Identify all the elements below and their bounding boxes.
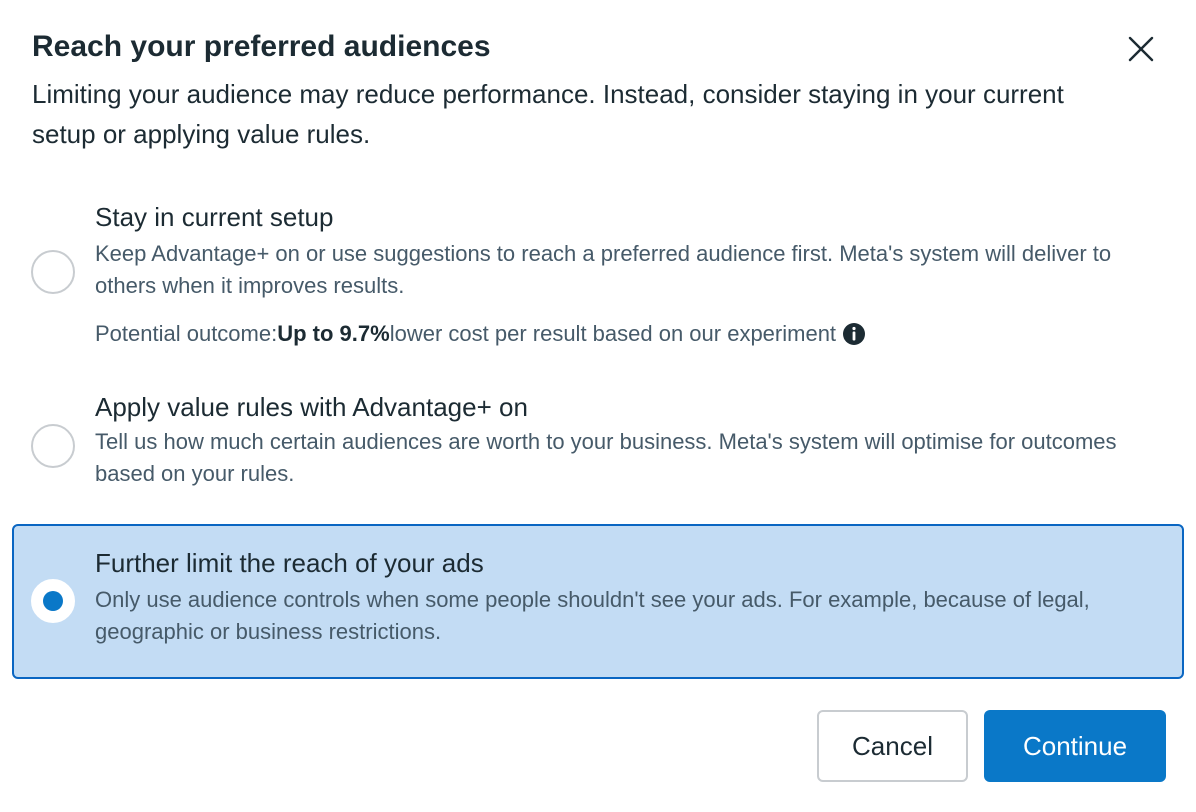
continue-button[interactable]: Continue: [984, 710, 1166, 782]
info-icon[interactable]: [842, 322, 866, 346]
potential-outcome: Potential outcome: Up to 9.7% lower cost…: [95, 318, 866, 350]
option-further-limit-reach[interactable]: Further limit the reach of your ads Only…: [12, 524, 1184, 679]
outcome-prefix: Potential outcome:: [95, 321, 278, 346]
reach-audiences-dialog: Reach your preferred audiences Limiting …: [0, 0, 1196, 812]
radio-apply-value-rules[interactable]: [31, 424, 75, 468]
close-button[interactable]: [1118, 28, 1164, 74]
outcome-value: Up to 9.7%: [277, 321, 390, 346]
option-description: Only use audience controls when some peo…: [95, 587, 1090, 644]
radio-stay-in-current-setup[interactable]: [31, 250, 75, 294]
radio-selected-dot: [43, 591, 63, 611]
dialog-subtitle: Limiting your audience may reduce perfor…: [32, 79, 1064, 149]
option-title: Further limit the reach of your ads: [95, 548, 484, 578]
cancel-button[interactable]: Cancel: [817, 710, 968, 782]
option-title: Stay in current setup: [95, 202, 334, 232]
outcome-suffix: lower cost per result based on our exper…: [389, 321, 837, 346]
dialog-title: Reach your preferred audiences: [32, 30, 491, 63]
option-title: Apply value rules with Advantage+ on: [95, 392, 528, 422]
option-description: Tell us how much certain audiences are w…: [95, 429, 1117, 486]
close-icon: [1128, 36, 1154, 67]
option-apply-value-rules[interactable]: Apply value rules with Advantage+ on Tel…: [12, 384, 1184, 504]
radio-further-limit-reach[interactable]: [31, 579, 75, 623]
option-stay-in-current-setup[interactable]: Stay in current setup Keep Advantage+ on…: [12, 196, 1184, 366]
option-description: Keep Advantage+ on or use suggestions to…: [95, 241, 1112, 298]
